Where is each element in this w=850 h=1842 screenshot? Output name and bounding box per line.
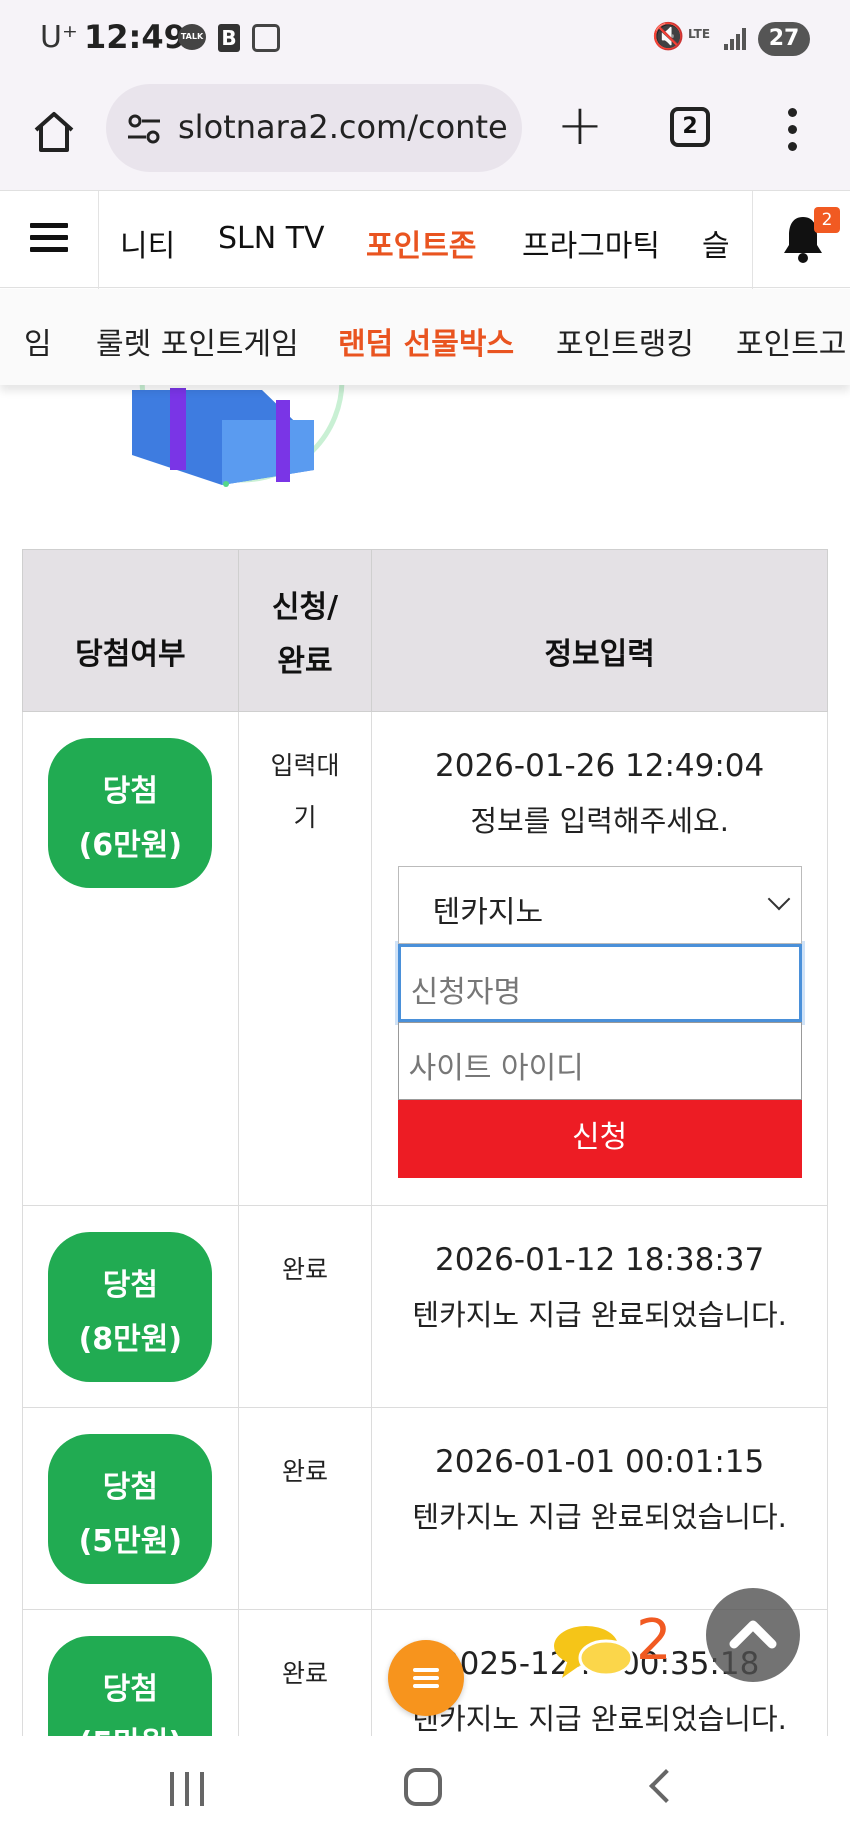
home-button-icon[interactable]	[404, 1768, 442, 1806]
win-badge: 당첨 (8만원)	[48, 1232, 213, 1382]
nav-item-sln-tv[interactable]: SLN TV	[218, 221, 325, 256]
info-cell: 2026-01-26 12:49:04 정보를 입력해주세요. 텐카지노 신청자…	[371, 711, 828, 1206]
floating-menu-button[interactable]	[388, 1640, 464, 1716]
site-main-nav: 니티 SLN TV 포인트존 프라그마틱 슬 2	[0, 190, 850, 289]
subnav-item-random-giftbox[interactable]: 랜덤 선물박스	[338, 319, 514, 363]
header-status: 신청/ 완료	[237, 549, 373, 712]
win-badge: 당첨 (5만원)	[48, 1434, 213, 1584]
site-id-input[interactable]: 사이트 아이디	[397, 1022, 802, 1100]
result-cell: 당첨 (5만원)	[22, 1407, 239, 1610]
screenshot-icon	[252, 24, 280, 52]
browser-toolbar: slotnara2.com/conte + 2	[0, 82, 850, 190]
win-badge: 당첨 (6만원)	[48, 738, 213, 888]
subnav-item-point-more[interactable]: 포인트고	[736, 319, 846, 363]
new-tab-button[interactable]: +	[556, 98, 604, 154]
nav-item-pragmatic[interactable]: 프라그마틱	[522, 221, 660, 265]
result-cell: 당첨 (6만원)	[22, 711, 239, 1206]
apply-button[interactable]: 신청	[397, 1100, 802, 1178]
carrier-label: U⁺	[40, 20, 78, 55]
nav-item-point-zone[interactable]: 포인트존	[366, 221, 476, 265]
mute-icon: 🔇	[652, 22, 685, 52]
win-datetime: 2026-01-26 12:49:04	[435, 748, 765, 784]
chat-icon[interactable]	[552, 1622, 636, 1684]
info-message: 정보를 입력해주세요.	[470, 804, 729, 838]
info-cell: 2026-01-01 00:01:15 텐카지노 지급 완료되었습니다.	[371, 1407, 828, 1610]
url-text: slotnara2.com/conte	[178, 108, 508, 146]
table-row: 당첨 (8만원) 완료 2026-01-12 18:38:37 텐카지노 지급 …	[22, 1205, 828, 1408]
win-datetime: 2026-01-01 00:01:15	[435, 1444, 765, 1480]
tab-switcher-button[interactable]: 2	[670, 107, 710, 147]
subnav-item-roulette[interactable]: 룰렛 포인트게임	[96, 319, 299, 363]
subnav-item-game[interactable]: 임	[24, 319, 52, 363]
signal-icon	[724, 28, 748, 50]
status-bar: U⁺ 12:49 TALK B 🔇 LTE 27	[0, 0, 850, 82]
table-row: 당첨 (6만원) 입력대 기 2026-01-26 12:49:04 정보를 입…	[22, 711, 828, 1206]
info-message: 텐카지노 지급 완료되었습니다.	[412, 1500, 787, 1534]
header-result: 당첨여부	[22, 549, 239, 712]
chat-count: 2	[636, 1608, 672, 1673]
clock: 12:49	[84, 18, 186, 56]
table-header-row: 당첨여부 신청/ 완료 정보입력	[22, 549, 828, 712]
divider	[752, 191, 753, 289]
scroll-to-top-button[interactable]	[706, 1588, 800, 1682]
site-select[interactable]: 텐카지노	[397, 866, 802, 944]
lte-icon: LTE	[688, 27, 711, 41]
table-row: 당첨 (5만원) 완료 2026-01-01 00:01:15 텐카지노 지급 …	[22, 1407, 828, 1610]
address-bar[interactable]: slotnara2.com/conte	[106, 84, 522, 172]
result-cell: 당첨 (8만원)	[22, 1205, 239, 1408]
kakaotalk-icon: TALK	[178, 24, 206, 50]
battery-indicator: 27	[758, 22, 810, 56]
system-nav-bar	[0, 1736, 850, 1842]
b-app-icon: B	[218, 24, 240, 52]
notification-badge: 2	[814, 207, 840, 233]
status-cell: 완료	[237, 1407, 373, 1610]
hamburger-menu-icon[interactable]	[30, 223, 68, 253]
site-settings-icon[interactable]	[126, 114, 162, 144]
nav-item-slot[interactable]: 슬	[702, 221, 730, 265]
nav-item-community[interactable]: 니티	[120, 221, 175, 265]
info-message: 텐카지노 지급 완료되었습니다.	[412, 1298, 787, 1332]
back-icon[interactable]	[649, 1769, 683, 1803]
header-info: 정보입력	[371, 549, 828, 712]
info-cell: 2026-01-12 18:38:37 텐카지노 지급 완료되었습니다.	[371, 1205, 828, 1408]
applicant-name-input[interactable]: 신청자명	[397, 944, 802, 1022]
win-datetime: 2026-01-12 18:38:37	[435, 1242, 765, 1278]
point-sub-nav: 임 룰렛 포인트게임 랜덤 선물박스 포인트랭킹 포인트고	[0, 289, 850, 385]
claim-form: 텐카지노 신청자명 사이트 아이디 신청	[397, 866, 802, 1178]
divider	[98, 191, 99, 289]
recent-apps-icon[interactable]	[170, 1772, 206, 1806]
status-cell: 완료	[237, 1205, 373, 1408]
more-menu-icon[interactable]	[786, 108, 798, 152]
page: U⁺ 12:49 TALK B 🔇 LTE 27 slotnara2.com/c…	[0, 0, 850, 1842]
home-icon[interactable]	[30, 108, 78, 156]
chevron-down-icon	[767, 887, 790, 911]
status-cell: 입력대 기	[237, 711, 373, 1206]
subnav-item-point-ranking[interactable]: 포인트랭킹	[556, 319, 694, 363]
chevron-up-icon	[729, 1620, 777, 1649]
